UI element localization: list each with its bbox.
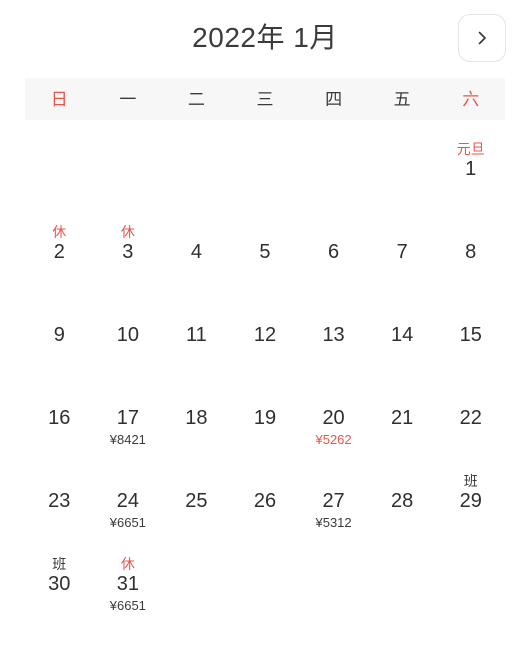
day-number: 30 xyxy=(48,573,71,595)
day-number: 13 xyxy=(322,324,345,346)
day-cell-empty xyxy=(368,124,437,207)
weekday-label-5: 五 xyxy=(393,89,411,109)
day-cell[interactable]: 8 xyxy=(436,207,505,290)
day-cell-empty xyxy=(25,124,94,207)
day-cell[interactable]: 12 xyxy=(231,290,300,373)
calendar-header: 2022年 1月 xyxy=(0,0,530,78)
day-number: 31 xyxy=(116,573,139,595)
day-number: 2 xyxy=(53,241,65,263)
day-cell[interactable]: 28 xyxy=(368,456,437,539)
day-number: 25 xyxy=(185,490,208,512)
day-cell-empty xyxy=(299,124,368,207)
day-grid: 元旦 1 休2 休3 4 5 6 7 8 9 10 11 12 13 14 15 … xyxy=(25,120,505,622)
day-tag-holiday: 元旦 xyxy=(456,141,485,157)
day-number: 9 xyxy=(53,324,65,346)
day-number: 3 xyxy=(122,241,134,263)
chevron-right-icon xyxy=(472,28,492,48)
day-number: 19 xyxy=(253,407,277,429)
weekday-label-6: 六 xyxy=(462,89,480,109)
day-tag-rest: 休 xyxy=(52,224,67,240)
day-number: 8 xyxy=(465,241,477,263)
day-price: ¥5262 xyxy=(315,432,352,447)
calendar-app: 2022年 1月 日一二三四五六 元旦 1 休2 休3 4 5 6 7 8 9 1… xyxy=(0,0,530,658)
day-cell[interactable]: 25 xyxy=(162,456,231,539)
page-title: 2022年 1月 xyxy=(192,22,338,53)
day-cell[interactable]: 11 xyxy=(162,290,231,373)
day-cell[interactable]: 13 xyxy=(299,290,368,373)
day-cell[interactable]: 17 ¥8421 xyxy=(94,373,163,456)
day-number: 22 xyxy=(459,407,482,429)
day-number: 21 xyxy=(391,407,414,429)
day-cell[interactable]: 元旦 1 xyxy=(436,124,505,207)
day-number: 12 xyxy=(253,324,277,346)
day-number: 16 xyxy=(48,407,71,429)
day-number: 28 xyxy=(391,490,414,512)
day-cell[interactable]: 26 xyxy=(231,456,300,539)
day-number: 29 xyxy=(459,490,482,512)
day-tag-work: 班 xyxy=(463,473,478,489)
day-cell[interactable]: 20 ¥5262 xyxy=(299,373,368,456)
day-number: 18 xyxy=(185,407,208,429)
day-cell-empty xyxy=(94,124,163,207)
day-cell[interactable]: 23 xyxy=(25,456,94,539)
day-cell[interactable]: 4 xyxy=(162,207,231,290)
day-cell[interactable]: 休3 xyxy=(94,207,163,290)
weekday-label-0: 日 xyxy=(50,89,68,109)
weekday-label-4: 四 xyxy=(325,89,343,109)
day-number: 14 xyxy=(391,324,414,346)
day-cell[interactable]: 24 ¥6651 xyxy=(94,456,163,539)
day-cell[interactable]: 18 xyxy=(162,373,231,456)
day-cell[interactable]: 班 30 xyxy=(25,539,94,622)
day-number: 6 xyxy=(328,241,340,263)
day-cell[interactable]: 27 ¥5312 xyxy=(299,456,368,539)
day-cell[interactable]: 班 29 xyxy=(436,456,505,539)
weekday-header-row: 日一二三四五六 xyxy=(25,78,505,120)
day-cell[interactable]: 休2 xyxy=(25,207,94,290)
day-cell[interactable]: 7 xyxy=(368,207,437,290)
day-cell-empty xyxy=(231,124,300,207)
day-number: 10 xyxy=(116,324,139,346)
day-cell[interactable]: 9 xyxy=(25,290,94,373)
day-number: 4 xyxy=(190,241,202,263)
weekday-label-1: 一 xyxy=(119,89,137,109)
day-cell[interactable]: 6 xyxy=(299,207,368,290)
day-cell[interactable]: 10 xyxy=(94,290,163,373)
day-number: 23 xyxy=(48,490,71,512)
day-price: ¥8421 xyxy=(109,432,146,447)
day-cell[interactable]: 22 xyxy=(436,373,505,456)
day-cell[interactable]: 16 xyxy=(25,373,94,456)
day-cell[interactable]: 15 xyxy=(436,290,505,373)
day-cell[interactable]: 14 xyxy=(368,290,437,373)
weekday-label-2: 二 xyxy=(187,89,205,109)
day-number: 20 xyxy=(322,407,345,429)
day-price: ¥6651 xyxy=(109,598,146,613)
day-price: ¥6651 xyxy=(109,515,146,530)
day-number: 5 xyxy=(259,241,271,263)
day-tag-rest: 休 xyxy=(120,224,135,240)
day-cell[interactable]: 5 xyxy=(231,207,300,290)
weekday-label-3: 三 xyxy=(256,89,274,109)
next-month-button[interactable] xyxy=(458,14,506,62)
day-price: ¥5312 xyxy=(315,515,352,530)
day-tag-rest: 休 xyxy=(120,556,135,572)
day-cell[interactable]: 休 31 ¥6651 xyxy=(94,539,163,622)
day-number: 17 xyxy=(116,407,139,429)
day-number: 26 xyxy=(253,490,277,512)
day-number: 27 xyxy=(322,490,345,512)
day-cell[interactable]: 19 xyxy=(231,373,300,456)
day-number: 24 xyxy=(116,490,139,512)
day-tag-work: 班 xyxy=(52,556,67,572)
day-number: 1 xyxy=(465,158,477,180)
day-cell[interactable]: 21 xyxy=(368,373,437,456)
day-number: 15 xyxy=(459,324,482,346)
day-number: 7 xyxy=(396,241,408,263)
day-number: 11 xyxy=(186,324,207,346)
day-cell-empty xyxy=(162,124,231,207)
